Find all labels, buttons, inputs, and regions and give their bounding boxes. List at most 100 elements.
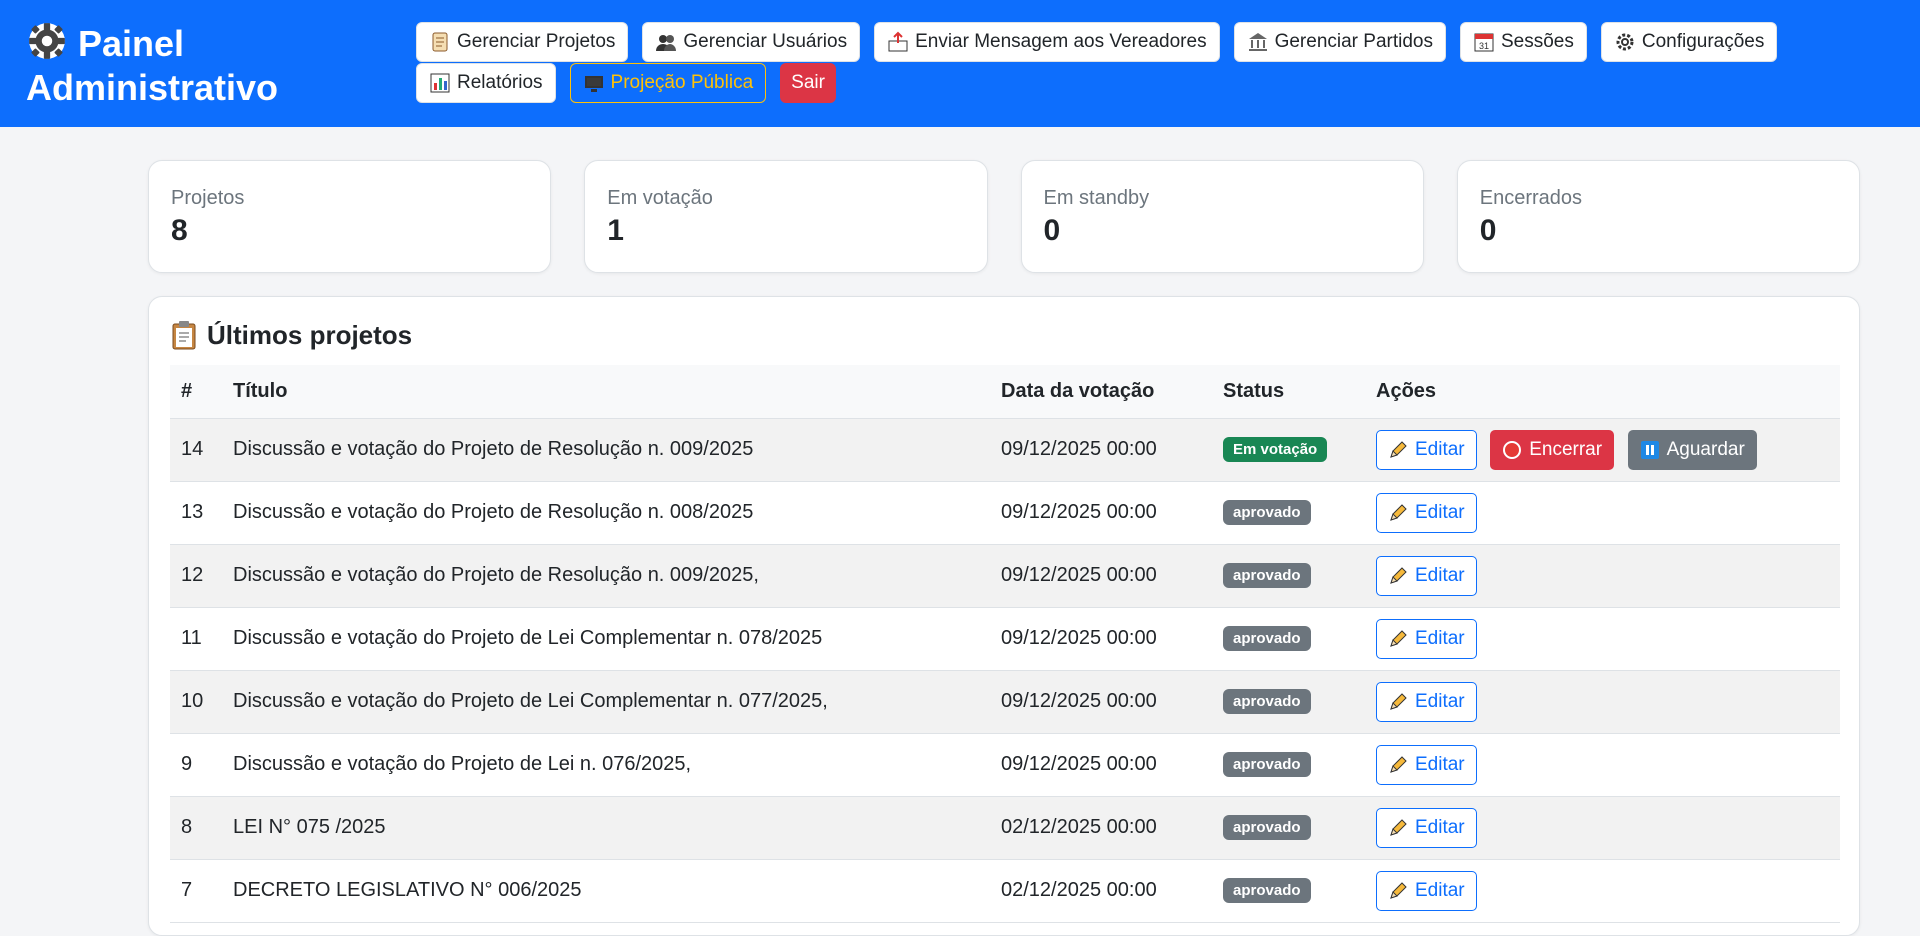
table-row: 10 Discussão e votação do Projeto de Lei…	[170, 670, 1840, 734]
nav-label: Enviar Mensagem aos Vereadores	[915, 31, 1207, 52]
row-actions: Editar Encerrar Aguardar	[1365, 418, 1840, 482]
row-status: aprovado	[1212, 544, 1365, 608]
logout-button[interactable]: Sair	[780, 63, 836, 103]
scroll-icon	[432, 32, 448, 52]
top-nav: Gerenciar Projetos Gerenciar Usuários En…	[416, 22, 1896, 104]
status-badge: aprovado	[1223, 626, 1311, 651]
row-status: aprovado	[1212, 859, 1365, 923]
status-badge: aprovado	[1223, 878, 1311, 903]
users-icon	[656, 35, 677, 51]
latest-projects-panel: Últimos projetos # Título Data da votaçã…	[148, 296, 1860, 936]
row-actions: Editar	[1365, 481, 1840, 545]
column-header-title: Título	[222, 365, 990, 419]
edit-label: Editar	[1415, 879, 1465, 901]
row-date: 09/12/2025 00:00	[990, 733, 1212, 797]
sessions-button[interactable]: 31 Sessões	[1459, 22, 1587, 62]
row-title: Discussão e votação do Projeto de Resolu…	[222, 418, 990, 482]
row-title: LEI N° 075 /2025	[222, 796, 990, 860]
pencil-icon	[1390, 692, 1407, 710]
manage-users-button[interactable]: Gerenciar Usuários	[642, 22, 861, 62]
row-title: Discussão e votação do Projeto de Lei Co…	[222, 607, 990, 671]
edit-button[interactable]: Editar	[1376, 555, 1477, 596]
wait-button[interactable]: Aguardar	[1627, 429, 1757, 470]
table-row: 9 Discussão e votação do Projeto de Lei …	[170, 733, 1840, 797]
edit-button[interactable]: Editar	[1376, 744, 1477, 785]
row-status: Em votação	[1212, 418, 1365, 482]
row-date: 09/12/2025 00:00	[990, 607, 1212, 671]
edit-label: Editar	[1415, 753, 1465, 775]
table-row: 13 Discussão e votação do Projeto de Res…	[170, 481, 1840, 545]
row-title: DECRETO LEGISLATIVO N° 006/2025	[222, 859, 990, 923]
status-badge: aprovado	[1223, 815, 1311, 840]
edit-button[interactable]: Editar	[1376, 681, 1477, 722]
projects-table: # Título Data da votação Status Ações 14…	[170, 365, 1840, 923]
close-voting-button[interactable]: Encerrar	[1490, 429, 1615, 470]
nav-label: Gerenciar Usuários	[683, 31, 848, 52]
svg-text:31: 31	[1479, 41, 1489, 51]
bank-icon	[1248, 33, 1267, 51]
row-id: 7	[170, 859, 222, 923]
table-row: 8 LEI N° 075 /2025 02/12/2025 00:00 apro…	[170, 796, 1840, 860]
settings-button[interactable]: Configurações	[1600, 22, 1778, 62]
manage-projects-button[interactable]: Gerenciar Projetos	[416, 22, 629, 62]
edit-label: Editar	[1415, 627, 1465, 649]
pencil-icon	[1390, 503, 1407, 521]
stat-value: 1	[607, 214, 624, 247]
row-actions: Editar	[1365, 544, 1840, 608]
pencil-icon	[1390, 818, 1407, 836]
row-date: 09/12/2025 00:00	[990, 670, 1212, 734]
send-message-button[interactable]: Enviar Mensagem aos Vereadores	[874, 22, 1220, 62]
stat-value: 8	[171, 214, 188, 247]
row-title: Discussão e votação do Projeto de Resolu…	[222, 544, 990, 608]
manage-parties-button[interactable]: Gerenciar Partidos	[1233, 22, 1446, 62]
row-status: aprovado	[1212, 607, 1365, 671]
table-row: 11 Discussão e votação do Projeto de Lei…	[170, 607, 1840, 671]
stat-label: Em votação	[607, 187, 713, 209]
nav-label: Projeção Pública	[610, 72, 754, 93]
edit-button[interactable]: Editar	[1376, 807, 1477, 848]
wait-label: Aguardar	[1666, 438, 1745, 460]
row-id: 13	[170, 481, 222, 545]
monitor-icon	[584, 76, 603, 92]
public-projection-button[interactable]: Projeção Pública	[569, 63, 767, 103]
stat-label: Em standby	[1043, 187, 1150, 209]
row-status: aprovado	[1212, 670, 1365, 734]
column-header-actions: Ações	[1365, 365, 1840, 419]
edit-label: Editar	[1415, 438, 1465, 460]
row-actions: Editar	[1365, 796, 1840, 860]
row-id: 11	[170, 607, 222, 671]
row-status: aprovado	[1212, 481, 1365, 545]
stat-label: Encerrados	[1479, 187, 1583, 209]
nav-label: Configurações	[1641, 31, 1765, 52]
table-row: 7 DECRETO LEGISLATIVO N° 006/2025 02/12/…	[170, 859, 1840, 923]
stop-icon	[1503, 440, 1522, 459]
row-date: 09/12/2025 00:00	[990, 544, 1212, 608]
edit-button[interactable]: Editar	[1376, 618, 1477, 659]
edit-label: Editar	[1415, 816, 1465, 838]
header-bar: Painel Administrativo Gerenciar Projetos…	[0, 0, 1920, 127]
row-id: 14	[170, 418, 222, 482]
pencil-icon	[1390, 881, 1407, 899]
pencil-icon	[1390, 629, 1407, 647]
status-badge: aprovado	[1223, 563, 1311, 588]
status-badge: aprovado	[1223, 689, 1311, 714]
app-title: Painel Administrativo	[26, 20, 386, 110]
row-status: aprovado	[1212, 733, 1365, 797]
row-id: 9	[170, 733, 222, 797]
panel-title: Últimos projetos	[171, 317, 1838, 353]
reports-button[interactable]: Relatórios	[416, 63, 556, 103]
edit-button[interactable]: Editar	[1376, 492, 1477, 533]
gear-icon	[1616, 33, 1634, 51]
gear-icon	[29, 23, 65, 59]
row-id: 10	[170, 670, 222, 734]
edit-button[interactable]: Editar	[1376, 429, 1477, 470]
row-date: 09/12/2025 00:00	[990, 418, 1212, 482]
row-date: 02/12/2025 00:00	[990, 859, 1212, 923]
column-header-id: #	[170, 365, 222, 419]
calendar-icon: 31	[1474, 33, 1494, 52]
clipboard-icon	[172, 321, 196, 350]
row-status: aprovado	[1212, 796, 1365, 860]
pencil-icon	[1390, 440, 1407, 458]
edit-button[interactable]: Editar	[1376, 870, 1477, 911]
pause-icon	[1640, 440, 1659, 459]
